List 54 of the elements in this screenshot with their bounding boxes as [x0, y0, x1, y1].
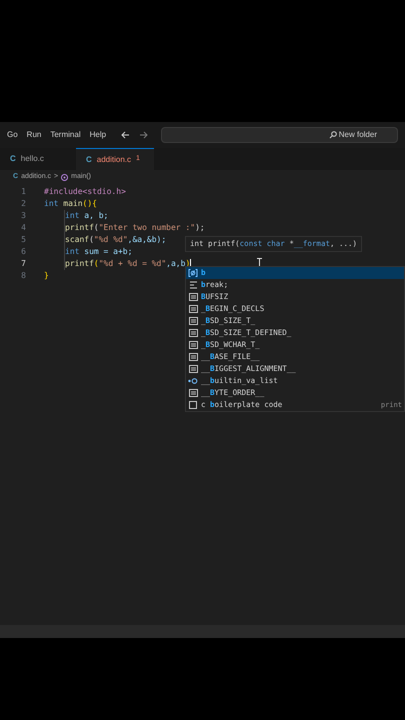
code-token: }	[44, 270, 49, 282]
code-token: "%d %d"	[94, 234, 128, 246]
code-token: (	[94, 258, 99, 270]
code-token: (	[89, 234, 94, 246]
code-token: (	[94, 222, 99, 234]
menu-item[interactable]: Terminal	[50, 129, 81, 141]
line-number: 6	[20, 246, 27, 258]
search-icon	[328, 131, 337, 139]
text-icon	[189, 401, 197, 409]
code-token: printf	[65, 222, 94, 234]
constant-icon	[188, 305, 198, 313]
line-number: 1	[20, 186, 27, 198]
tab-label: hello.c	[20, 153, 44, 165]
line-number: 3	[20, 210, 27, 222]
constant-icon	[188, 365, 198, 373]
code-token: "%d + %d = %d"	[98, 258, 166, 270]
search-field[interactable]: New folder	[161, 127, 398, 143]
code-token: );	[195, 222, 205, 234]
constant-icon	[188, 353, 198, 361]
tab-label: addition.c	[96, 154, 132, 166]
code-token: ,a,b	[166, 258, 186, 270]
snippet-icon	[188, 281, 198, 289]
constant-icon	[188, 317, 198, 325]
line-number: 7	[20, 258, 27, 270]
constant-icon	[188, 293, 198, 301]
c-file-icon: C	[10, 153, 16, 165]
line-number: 4	[20, 222, 27, 234]
code-token: #include<stdio.h>	[44, 186, 126, 198]
code-token: ,&a,&b);	[128, 234, 166, 246]
constant-icon	[188, 389, 198, 397]
search-text: New folder	[338, 129, 377, 141]
code-token: scanf	[65, 234, 90, 246]
variable-icon	[188, 269, 198, 277]
constant-icon	[188, 341, 198, 349]
code-token: int	[65, 246, 80, 258]
forward-arrow-icon[interactable]	[139, 131, 148, 139]
code-token: sum = a+b;	[83, 246, 132, 258]
code-token: int	[65, 210, 80, 222]
constant-icon	[188, 329, 198, 337]
line-number: 5	[20, 234, 27, 246]
line-number: 2	[20, 198, 27, 210]
field-icon	[188, 377, 198, 385]
menu-item[interactable]: Go	[7, 129, 18, 141]
code-token: a, b;	[83, 210, 108, 222]
c-file-icon: C	[86, 154, 92, 166]
code-token: (){	[82, 198, 97, 210]
code-token: int	[44, 198, 58, 210]
code-token: "Enter two number :"	[98, 222, 196, 234]
line-number: 8	[20, 270, 27, 282]
menu-item[interactable]: Help	[90, 129, 106, 141]
back-arrow-icon[interactable]	[121, 131, 130, 139]
code-token: main	[62, 198, 83, 210]
menu-item[interactable]: Run	[26, 129, 42, 141]
code-token: printf	[65, 258, 94, 270]
